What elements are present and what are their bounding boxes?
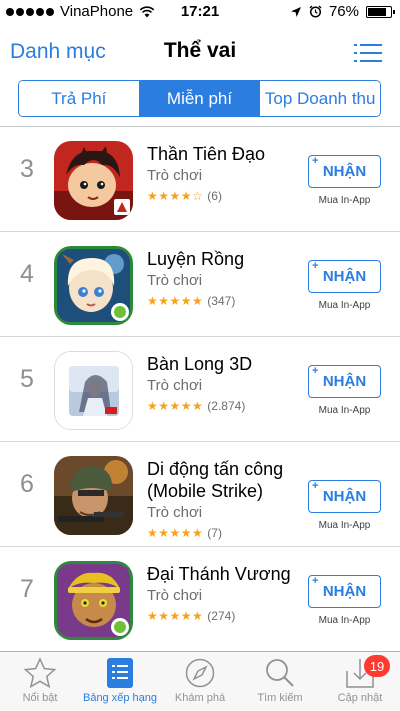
in-app-purchase-label: Mua In-App <box>318 520 371 531</box>
rating-count: (7) <box>207 526 222 540</box>
tab-label: Bảng xếp hạng <box>82 692 157 704</box>
app-name: Bàn Long 3D <box>147 354 253 374</box>
get-button-label: NHẬN <box>322 488 367 505</box>
app-category: Trò chơi <box>147 167 203 184</box>
get-button[interactable]: + NHẬN <box>308 480 381 513</box>
app-row[interactable]: 3 Thần Tiên Đạo Trò chơi ★★★★☆ (6) + NHẬ… <box>0 127 400 232</box>
get-button[interactable]: + NHẬN <box>308 575 381 608</box>
get-button-label: NHẬN <box>322 583 367 600</box>
get-button[interactable]: + NHẬN <box>308 365 381 398</box>
rating-count: (347) <box>207 294 236 308</box>
app-rank: 3 <box>20 155 34 183</box>
list-icon <box>107 658 133 688</box>
app-row[interactable]: 5 Bàn Long 3D Trò chơi ★★★★★ (2.874) + N… <box>0 337 400 442</box>
app-rating: ★★★★☆ (6) <box>147 189 222 203</box>
list-menu-icon[interactable] <box>354 43 382 63</box>
app-list: 3 Thần Tiên Đạo Trò chơi ★★★★☆ (6) + NHẬ… <box>0 127 400 652</box>
rating-count: (274) <box>207 609 236 623</box>
app-rank: 7 <box>20 575 34 603</box>
price-segmented-control: Trả Phí Miễn phí Top Doanh thu <box>18 80 381 117</box>
plus-icon: + <box>312 155 319 167</box>
in-app-purchase-label: Mua In-App <box>318 615 371 626</box>
tab-label: Tìm kiếm <box>257 692 303 704</box>
battery-icon <box>366 5 395 18</box>
app-rating: ★★★★★ (2.874) <box>147 399 245 413</box>
app-icon[interactable] <box>54 456 133 535</box>
alarm-icon <box>309 5 322 18</box>
plus-icon: + <box>312 260 319 272</box>
battery-percent: 76% <box>328 3 359 20</box>
plus-icon: + <box>312 480 319 492</box>
rating-count: (6) <box>207 189 222 203</box>
app-rating: ★★★★★ (347) <box>147 294 235 308</box>
app-name: Di động tấn công (Mobile Strike) <box>147 459 284 501</box>
tab-explore[interactable]: Khám phá <box>160 652 240 711</box>
tab-search[interactable]: Tìm kiếm <box>240 652 320 711</box>
status-right-group: 76% <box>290 3 395 20</box>
plus-icon: + <box>312 575 319 587</box>
rating-stars: ★★★★☆ <box>147 189 204 203</box>
get-button[interactable]: + NHẬN <box>308 260 381 293</box>
app-category: Trò chơi <box>147 504 203 521</box>
app-rank: 6 <box>20 470 34 498</box>
app-rating: ★★★★★ (7) <box>147 526 222 540</box>
tab-top-charts[interactable]: Bảng xếp hạng <box>80 652 160 711</box>
tab-label: Cập nhật <box>337 692 383 704</box>
app-rating: ★★★★★ (274) <box>147 609 235 623</box>
app-icon[interactable] <box>54 141 133 220</box>
tab-label: Nổi bật <box>22 692 58 704</box>
segment-free[interactable]: Miễn phí <box>139 81 261 116</box>
rating-stars: ★★★★★ <box>147 294 204 308</box>
app-rank: 5 <box>20 365 34 393</box>
star-icon <box>23 657 57 689</box>
app-name: Đại Thánh Vương <box>147 564 291 584</box>
app-name: Luyện Rồng <box>147 249 245 269</box>
get-button-label: NHẬN <box>322 373 367 390</box>
navigation-bar: Danh mục Thể vai <box>0 26 400 78</box>
app-category: Trò chơi <box>147 377 203 394</box>
page-title: Thể vai <box>163 39 237 62</box>
rating-stars: ★★★★★ <box>147 399 204 413</box>
plus-icon: + <box>312 365 319 377</box>
app-rank: 4 <box>20 260 34 288</box>
app-icon[interactable] <box>54 561 133 640</box>
rating-count: (2.874) <box>207 399 246 413</box>
compass-icon <box>185 658 215 688</box>
updates-badge: 19 <box>364 655 390 677</box>
app-category: Trò chơi <box>147 272 203 289</box>
in-app-purchase-label: Mua In-App <box>318 300 371 311</box>
app-icon[interactable] <box>54 246 133 325</box>
app-row[interactable]: 4 Luyện Rồng Trò chơi ★★★★★ (347) + NHẬN… <box>0 232 400 337</box>
tab-bar: Nổi bật Bảng xếp hạng Khám phá Tìm kiếm … <box>0 651 400 711</box>
rating-stars: ★★★★★ <box>147 526 204 540</box>
get-button-label: NHẬN <box>322 163 367 180</box>
tab-featured[interactable]: Nổi bật <box>0 652 80 711</box>
segment-top-grossing[interactable]: Top Doanh thu <box>260 81 380 116</box>
tab-label: Khám phá <box>174 692 226 704</box>
rating-stars: ★★★★★ <box>147 609 204 623</box>
get-button-label: NHẬN <box>322 268 367 285</box>
app-row[interactable]: 6 Di động tấn công (Mobile Strike) Trò c… <box>0 442 400 547</box>
status-bar: VinaPhone 17:21 76% <box>0 0 400 26</box>
search-icon <box>266 659 294 687</box>
in-app-purchase-label: Mua In-App <box>318 195 371 206</box>
segment-paid[interactable]: Trả Phí <box>19 81 140 116</box>
app-row[interactable]: 7 Đại Thánh Vương Trò chơi ★★★★★ (274) +… <box>0 547 400 652</box>
location-icon <box>290 6 301 17</box>
app-name: Thần Tiên Đạo <box>147 144 266 164</box>
app-icon[interactable] <box>54 351 133 430</box>
get-button[interactable]: + NHẬN <box>308 155 381 188</box>
app-category: Trò chơi <box>147 587 203 604</box>
in-app-purchase-label: Mua In-App <box>318 405 371 416</box>
tab-updates[interactable]: Cập nhật 19 <box>320 652 400 711</box>
